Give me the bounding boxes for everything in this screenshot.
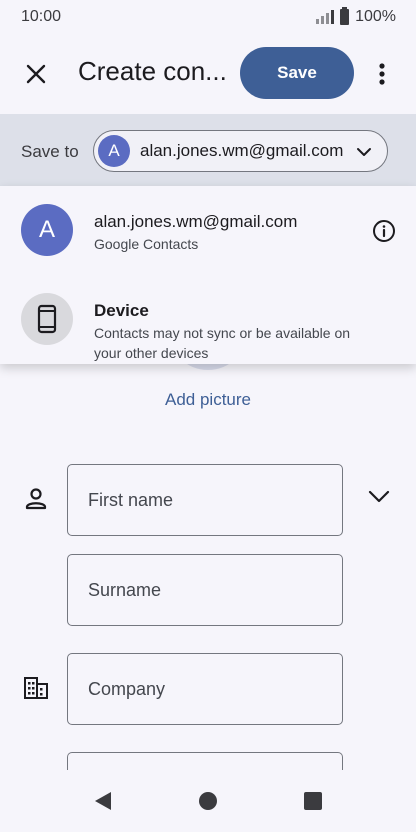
- account-email: alan.jones.wm@gmail.com: [140, 141, 344, 160]
- home-icon[interactable]: [197, 790, 219, 812]
- chevron-down-icon: [357, 148, 371, 156]
- save-to-bar: Save to A alan.jones.wm@gmail.com: [0, 114, 416, 186]
- page-title: Create con...: [78, 56, 227, 86]
- status-icons: 100%: [316, 7, 396, 26]
- person-icon: [25, 488, 47, 510]
- save-to-dropdown: A alan.jones.wm@gmail.com Google Contact…: [0, 186, 416, 364]
- company-field[interactable]: [67, 653, 343, 725]
- save-to-label: Save to: [21, 142, 79, 161]
- recents-icon[interactable]: [302, 790, 324, 812]
- building-icon: [24, 677, 48, 699]
- more-vert-icon: [379, 63, 385, 85]
- option-device-title: Device: [94, 301, 149, 320]
- close-button[interactable]: [20, 58, 52, 90]
- next-field[interactable]: [67, 752, 343, 772]
- option-device-subtitle: Contacts may not sync or be available on…: [94, 325, 351, 361]
- more-options-button[interactable]: [370, 58, 394, 90]
- phone-icon: [37, 304, 57, 334]
- battery-icon: [340, 7, 350, 25]
- dropdown-option-device[interactable]: Device Contacts may not sync or be avail…: [0, 275, 416, 364]
- status-bar: 10:00 100%: [0, 0, 416, 34]
- info-icon[interactable]: [372, 219, 396, 243]
- back-icon[interactable]: [92, 790, 114, 812]
- add-picture-link[interactable]: Add picture: [0, 390, 416, 410]
- surname-field[interactable]: [67, 554, 343, 626]
- device-avatar: [21, 293, 73, 345]
- option-account-title: alan.jones.wm@gmail.com: [94, 212, 298, 231]
- close-icon: [26, 64, 46, 84]
- account-selector[interactable]: A alan.jones.wm@gmail.com: [93, 130, 388, 172]
- account-avatar: A: [98, 135, 130, 167]
- app-bar: Create con... Save: [0, 34, 416, 112]
- chevron-down-icon[interactable]: [367, 484, 391, 508]
- status-time: 10:00: [21, 8, 62, 25]
- option-account-subtitle: Google Contacts: [94, 236, 199, 252]
- signal-icon: [316, 10, 335, 24]
- dropdown-option-google-account[interactable]: A alan.jones.wm@gmail.com Google Contact…: [0, 186, 416, 275]
- first-name-field[interactable]: [67, 464, 343, 536]
- option-account-avatar: A: [21, 204, 73, 256]
- system-nav-bar: [0, 770, 416, 832]
- battery-level: 100%: [355, 8, 396, 25]
- save-button[interactable]: Save: [240, 47, 354, 99]
